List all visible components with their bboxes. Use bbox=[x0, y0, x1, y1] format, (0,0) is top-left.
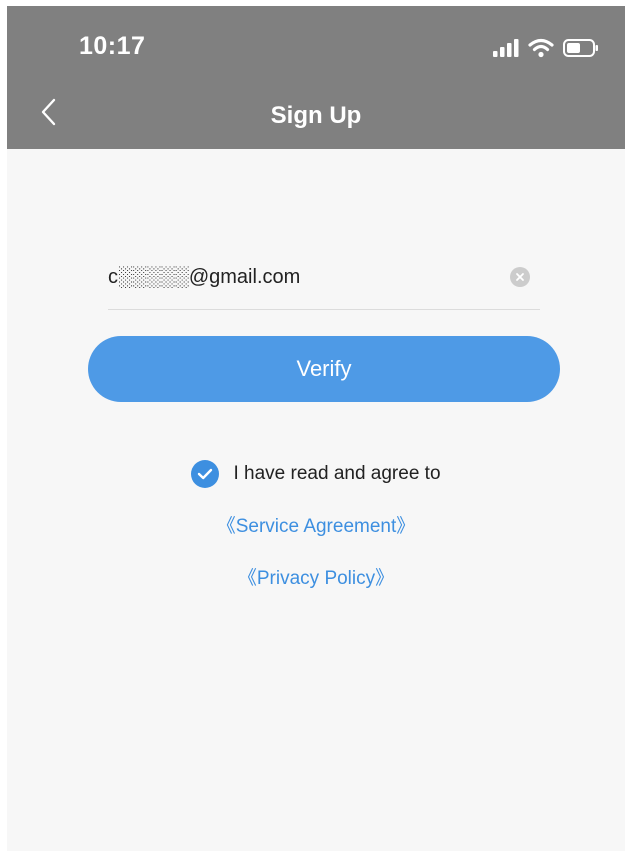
check-icon bbox=[198, 468, 213, 480]
privacy-policy-link[interactable]: 《Privacy Policy》 bbox=[7, 563, 625, 590]
agree-checkbox[interactable] bbox=[191, 460, 220, 488]
signal-icon bbox=[493, 39, 519, 57]
status-time: 10:17 bbox=[79, 32, 146, 60]
email-input[interactable] bbox=[108, 257, 478, 297]
page-title: Sign Up bbox=[270, 102, 362, 129]
service-agreement-link[interactable]: 《Service Agreement》 bbox=[7, 511, 625, 538]
phone-screen: 10:17 Sign Up c░░░░░@gmail.com Verify I … bbox=[7, 6, 625, 851]
email-field-row bbox=[108, 253, 540, 310]
clear-icon bbox=[516, 273, 524, 281]
battery-icon bbox=[563, 39, 598, 57]
header-bar: 10:17 Sign Up bbox=[7, 6, 625, 149]
verify-button[interactable]: Verify bbox=[88, 336, 560, 402]
agreement-text: I have read and agree to bbox=[233, 463, 441, 484]
wifi-icon bbox=[528, 38, 554, 58]
agreement-row: I have read and agree to bbox=[7, 460, 625, 488]
clear-input-button[interactable] bbox=[510, 267, 530, 287]
status-icons bbox=[493, 36, 599, 60]
